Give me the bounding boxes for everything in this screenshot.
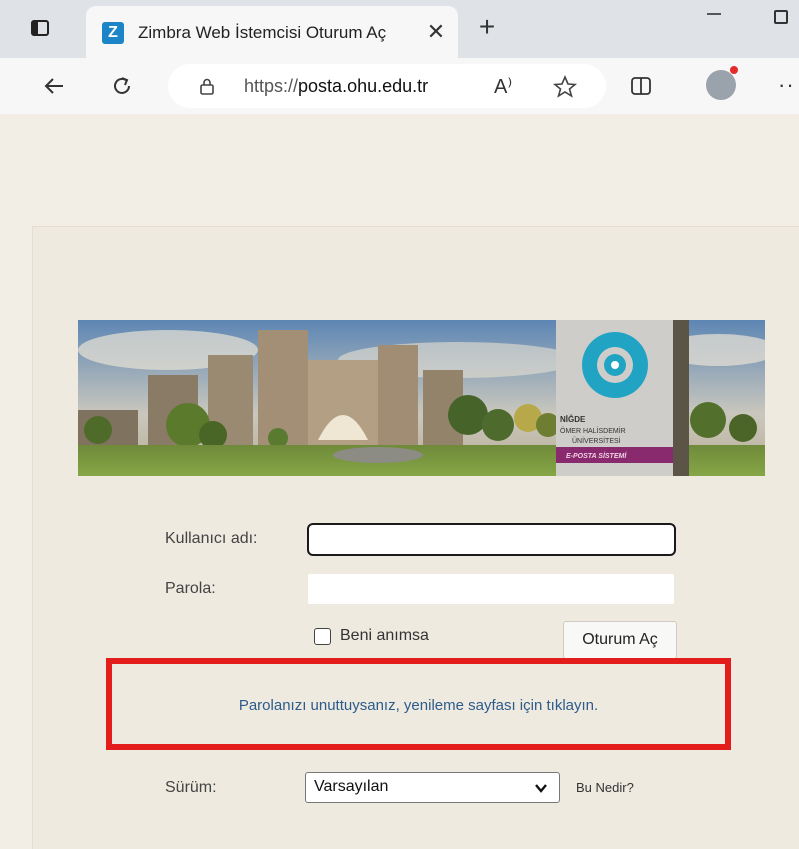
split-screen-icon[interactable] bbox=[630, 76, 652, 96]
remember-checkbox[interactable] bbox=[314, 627, 331, 645]
login-button[interactable]: Oturum Aç bbox=[563, 621, 677, 659]
username-input[interactable] bbox=[309, 525, 674, 554]
more-icon[interactable]: ·· bbox=[778, 72, 795, 98]
profile-icon[interactable] bbox=[706, 70, 736, 100]
username-label: Kullanıcı adı: bbox=[165, 530, 258, 547]
read-aloud-icon[interactable]: A⁾ bbox=[494, 74, 512, 99]
url-text[interactable]: https://posta.ohu.edu.tr bbox=[244, 76, 428, 97]
favorite-star-icon[interactable] bbox=[552, 74, 578, 100]
password-label: Parola: bbox=[165, 580, 216, 597]
banner-line1: NİĞDE bbox=[560, 415, 586, 424]
chevron-down-icon[interactable] bbox=[534, 781, 548, 795]
forgot-password-link[interactable]: Parolanızı unuttuysanız, yenileme sayfas… bbox=[112, 697, 725, 714]
password-field[interactable] bbox=[308, 574, 674, 604]
browser-toolbar: https://posta.ohu.edu.tr A⁾ ·· bbox=[0, 58, 799, 114]
active-tab[interactable]: Z Zimbra Web İstemcisi Oturum Aç ✕ bbox=[86, 6, 458, 58]
university-banner: NİĞDE ÖMER HALİSDEMİR ÜNİVERSİTESİ E-POS… bbox=[78, 320, 765, 476]
tab-title-fade bbox=[386, 16, 422, 46]
remember-label[interactable]: Beni anımsa bbox=[340, 627, 429, 645]
password-input[interactable] bbox=[308, 574, 674, 604]
banner-line2: ÖMER HALİSDEMİR bbox=[560, 426, 626, 435]
url-host: posta.ohu.edu.tr bbox=[298, 76, 429, 96]
banner-line3: ÜNİVERSİTESİ bbox=[572, 436, 621, 445]
close-icon[interactable]: ✕ bbox=[424, 18, 448, 46]
back-arrow-icon[interactable] bbox=[42, 74, 66, 98]
notification-dot bbox=[730, 66, 738, 74]
maximize-icon[interactable] bbox=[774, 10, 788, 24]
tab-title: Zimbra Web İstemcisi Oturum Aç bbox=[138, 23, 387, 42]
campus-photo: NİĞDE ÖMER HALİSDEMİR ÜNİVERSİTESİ E-POS… bbox=[78, 320, 765, 476]
version-label: Sürüm: bbox=[165, 779, 217, 796]
address-bar[interactable]: https://posta.ohu.edu.tr A⁾ bbox=[168, 64, 606, 108]
minimize-icon[interactable] bbox=[704, 4, 724, 24]
tab-actions-icon[interactable] bbox=[30, 18, 50, 38]
lock-icon[interactable] bbox=[198, 77, 216, 95]
reload-icon[interactable] bbox=[110, 74, 134, 98]
new-tab-icon[interactable]: + bbox=[474, 13, 500, 41]
what-is-this-link[interactable]: Bu Nedir? bbox=[576, 780, 634, 795]
username-field[interactable] bbox=[307, 523, 676, 556]
zimbra-favicon-icon: Z bbox=[102, 22, 124, 44]
banner-line4: E-POSTA SİSTEMİ bbox=[566, 452, 627, 460]
remember-me[interactable]: Beni anımsa bbox=[314, 627, 429, 645]
university-logo-icon bbox=[582, 332, 648, 398]
highlight-box: Parolanızı unuttuysanız, yenileme sayfas… bbox=[106, 658, 731, 750]
browser-tab-bar: Z Zimbra Web İstemcisi Oturum Aç ✕ + bbox=[0, 0, 799, 58]
version-select[interactable]: Varsayılan bbox=[305, 772, 560, 803]
version-value: Varsayılan bbox=[314, 778, 389, 795]
url-scheme: https:// bbox=[244, 76, 299, 96]
